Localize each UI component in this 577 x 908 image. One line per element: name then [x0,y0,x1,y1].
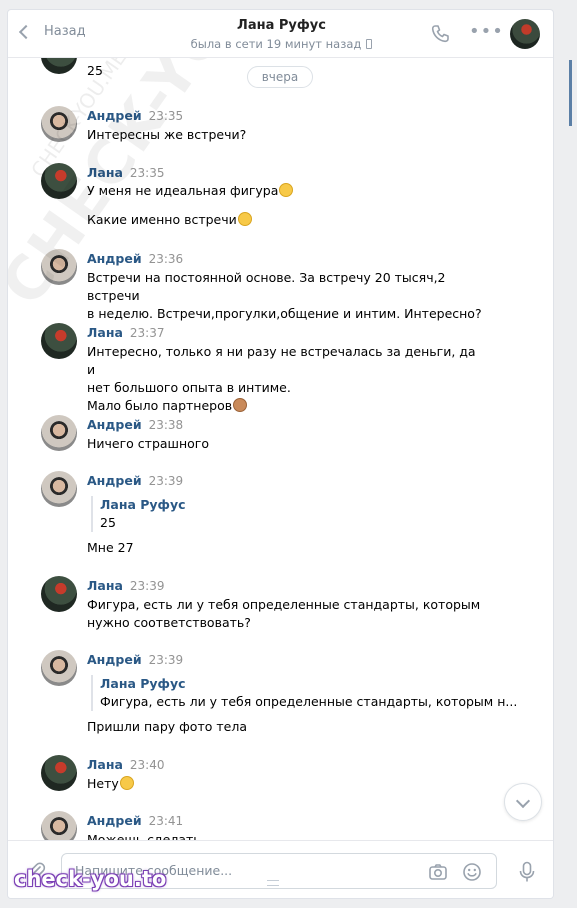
message-line: Мне 27 [87,540,134,555]
message-line: Мало было партнеров [87,398,233,413]
author-name[interactable]: Лана [87,325,123,340]
camera-icon[interactable] [428,862,448,882]
message-time[interactable]: 23:38 [149,418,184,432]
author-name[interactable]: Андрей [87,473,142,488]
mobile-icon [366,39,373,49]
phone-icon[interactable] [430,24,450,44]
chat-window: Назад Лана Руфус была в сети 19 минут на… [7,9,554,899]
scroll-down-button[interactable] [504,783,542,821]
author-name[interactable]: Андрей [87,652,142,667]
message-line: нужно соответствовать? [87,615,251,630]
message-line: Пришли пару фото тела [87,719,247,734]
avatar[interactable] [41,471,77,507]
avatar[interactable] [41,415,77,451]
message-text: Нету [87,775,487,793]
message-line: Нету [87,776,119,791]
message-time[interactable]: 23:36 [149,252,184,266]
message-feed[interactable]: 25 вчера Андрей 23:35 Интересны же встреч… [8,58,553,840]
quote-author[interactable]: Лана Руфус [100,496,186,514]
author-name[interactable]: Андрей [87,813,142,828]
quote-text: 25 [100,515,116,530]
grin-emoji-icon [237,212,252,226]
chat-header: Назад Лана Руфус была в сети 19 минут на… [8,10,553,58]
quote-text: Фигура, есть ли у тебя определенные стан… [100,694,518,709]
more-icon[interactable]: ••• [469,23,504,41]
message-text: У меня не идеальная фигура [87,182,487,200]
avatar[interactable] [41,58,77,74]
relieved-emoji-icon [119,776,134,790]
reply-quote[interactable]: Лана Руфус 25 [91,496,186,532]
author-name[interactable]: Андрей [87,251,142,266]
message-time[interactable]: 23:37 [130,326,165,340]
contact-avatar[interactable] [510,19,540,49]
window-edge-strip [569,60,572,126]
message-time[interactable]: 23:39 [149,474,184,488]
message-line: нет большого опыта в интиме. [87,380,291,395]
message-text: Встречи на постоянной основе. За встречу… [87,269,487,323]
watermark-badge: check-you.to [14,867,167,891]
message-text: Какие именно встречи [87,211,487,229]
message-line: Ничего страшного [87,436,210,451]
message-line: Встречи на постоянной основе. За встречу… [87,270,446,303]
chevron-down-icon [515,793,531,809]
microphone-icon[interactable] [517,861,537,883]
message-text: Можешь сделать [87,831,487,840]
date-separator: вчера [247,66,313,88]
grin-emoji-icon [279,183,294,197]
avatar[interactable] [41,576,77,612]
resize-handle[interactable] [267,880,279,886]
author-name[interactable]: Лана [87,757,123,772]
message-line: Можешь сделать [87,832,201,840]
message-time[interactable]: 23:39 [130,579,165,593]
avatar[interactable] [41,755,77,791]
message-text: Ничего страшного [87,435,487,453]
avatar[interactable] [41,323,77,359]
message-line: в неделю. Встречи,прогулки,общение и инт… [87,306,482,321]
message-text: Интересно, только я ни разу не встречала… [87,343,487,415]
message-text: Фигура, есть ли у тебя определенные стан… [87,596,487,632]
see-no-evil-monkey-icon [233,398,248,412]
reply-quote[interactable]: Лана Руфус Фигура, есть ли у тебя опреде… [91,675,517,711]
status-text: была в сети 19 минут назад [190,37,362,51]
quote-author[interactable]: Лана Руфус [100,675,517,693]
message-text: Мне 27 [87,539,487,557]
avatar[interactable] [41,811,77,840]
author-name[interactable]: Лана [87,578,123,593]
avatar[interactable] [41,650,77,686]
smile-icon[interactable] [462,862,482,882]
message-line: Фигура, есть ли у тебя определенные стан… [87,597,481,612]
message-time[interactable]: 23:40 [130,758,165,772]
message-time[interactable]: 23:39 [149,653,184,667]
message-text: Пришли пару фото тела [87,718,487,736]
message-line: Интересно, только я ни разу не встречала… [87,344,476,377]
message-time[interactable]: 23:41 [149,814,184,828]
author-name[interactable]: Андрей [87,417,142,432]
